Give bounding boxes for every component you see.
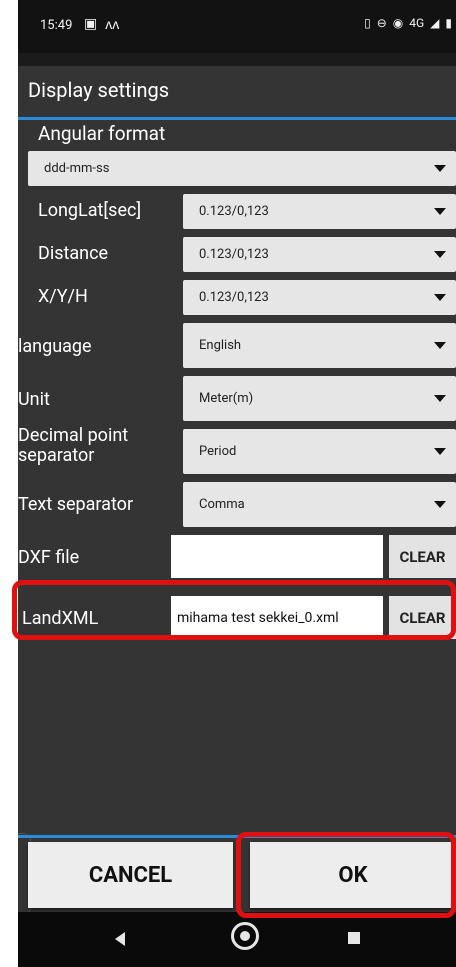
landxml-highlight-box xyxy=(12,580,456,640)
xyh-select[interactable]: 0.123/0,123 xyxy=(183,280,456,315)
phone-screen: 15:49 ▣ ᴧᴧ ▯ ⊖ ◉ 4G ◢ ▮ Display settings… xyxy=(18,0,456,967)
back-icon[interactable] xyxy=(115,932,125,946)
longlat-label: LongLat[sec] xyxy=(38,200,142,221)
text-separator-label: Text separator xyxy=(18,494,134,515)
ok-highlight-box xyxy=(236,832,456,918)
text-separator-value: Comma xyxy=(199,497,245,512)
status-bar: 15:49 ▣ ᴧᴧ ▯ ⊖ ◉ 4G ◢ ▮ xyxy=(18,0,456,53)
dialog-title: Display settings xyxy=(28,78,170,102)
chevron-down-icon xyxy=(434,165,446,172)
hotspot-icon: ◉ xyxy=(392,16,404,30)
unit-select[interactable]: Meter(m) xyxy=(183,376,456,421)
unit-label: Unit xyxy=(18,389,50,410)
signal-icon: ◢ xyxy=(430,16,440,30)
chevron-down-icon xyxy=(434,342,446,349)
chevron-down-icon xyxy=(434,208,446,215)
vibrate-icon: ▯ xyxy=(364,16,371,30)
angular-format-value: ddd-mm-ss xyxy=(44,161,110,176)
decimal-separator-value: Period xyxy=(199,444,237,459)
distance-value: 0.123/0,123 xyxy=(199,247,269,262)
xyh-value: 0.123/0,123 xyxy=(199,290,269,305)
chevron-down-icon xyxy=(434,251,446,258)
unit-value: Meter(m) xyxy=(199,391,254,406)
longlat-value: 0.123/0,123 xyxy=(199,204,269,219)
text-separator-select[interactable]: Comma xyxy=(183,482,456,527)
angular-format-label: Angular format xyxy=(38,122,166,145)
status-time: 15:49 xyxy=(40,18,73,33)
dnd-icon: ⊖ xyxy=(376,16,387,30)
dxf-file-field[interactable] xyxy=(171,535,383,578)
language-label: language xyxy=(18,336,92,357)
chevron-down-icon xyxy=(434,395,446,402)
longlat-select[interactable]: 0.123/0,123 xyxy=(183,194,456,229)
display-settings-dialog: Display settings Angular format ddd-mm-s… xyxy=(18,66,456,915)
chevron-down-icon xyxy=(434,501,446,508)
distance-label: Distance xyxy=(38,243,109,264)
recents-icon[interactable] xyxy=(348,932,360,944)
system-status-icons: ▯ ⊖ ◉ 4G ◢ ▮ xyxy=(364,16,452,30)
language-value: English xyxy=(199,338,242,353)
decimal-separator-label: Decimal point separator xyxy=(18,425,129,466)
cancel-button[interactable]: CANCEL xyxy=(28,842,233,908)
title-divider xyxy=(18,117,456,120)
chevron-down-icon xyxy=(434,294,446,301)
image-notification-icon: ▣ xyxy=(84,16,98,32)
system-nav-bar xyxy=(18,912,456,967)
notification-icons: ▣ ᴧᴧ xyxy=(84,16,119,33)
distance-select[interactable]: 0.123/0,123 xyxy=(183,237,456,272)
decimal-separator-select[interactable]: Period xyxy=(183,429,456,474)
network-type-text: 4G xyxy=(409,16,425,30)
dxf-file-label: DXF file xyxy=(18,547,80,568)
angular-format-select[interactable]: ddd-mm-ss xyxy=(28,151,456,186)
chevron-down-icon xyxy=(434,448,446,455)
xyh-label: X/Y/H xyxy=(38,286,88,307)
dxf-clear-button[interactable]: CLEAR xyxy=(389,535,456,578)
battery-icon: ▮ xyxy=(445,16,452,30)
app-notification-icon: ᴧᴧ xyxy=(105,17,120,33)
home-icon[interactable] xyxy=(231,922,259,950)
language-select[interactable]: English xyxy=(183,323,456,368)
